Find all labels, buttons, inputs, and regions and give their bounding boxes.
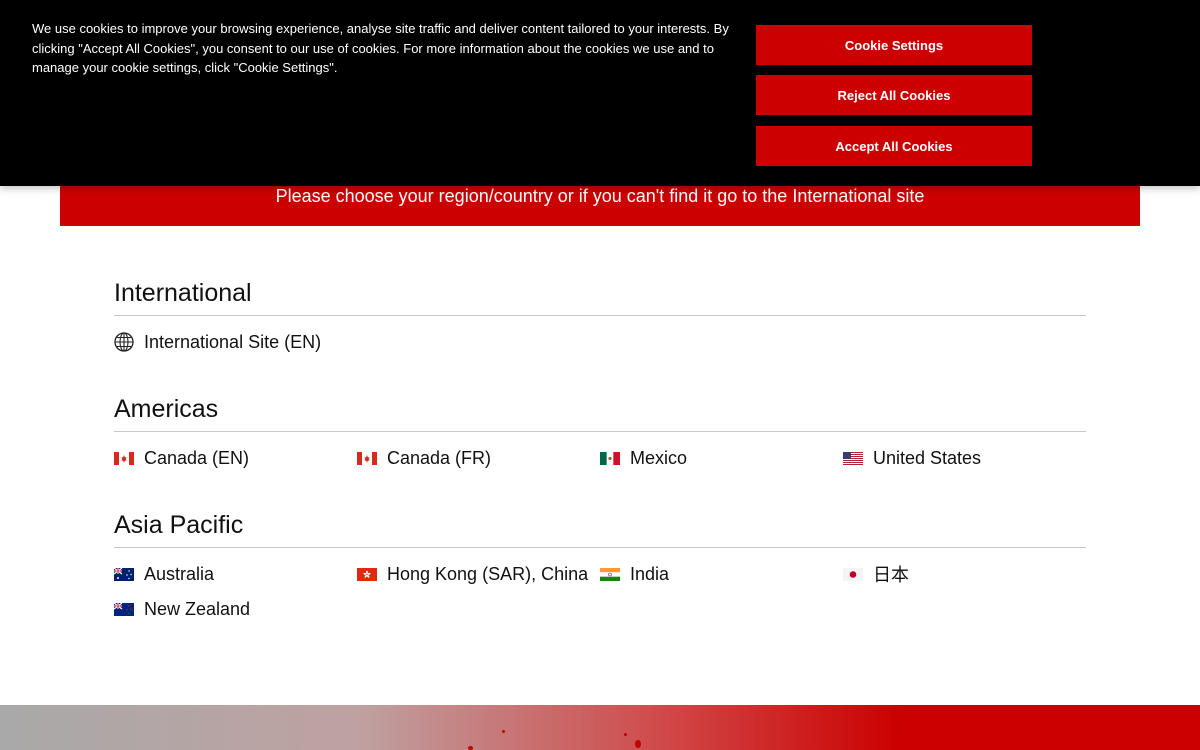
mexico-flag-icon — [600, 451, 620, 465]
link-label: New Zealand — [144, 598, 251, 619]
paint-splash — [502, 730, 505, 733]
link-canada-fr[interactable]: Canada (FR) — [357, 448, 600, 468]
link-united-states[interactable]: United States — [843, 448, 1086, 468]
section-americas: Americas Canada (EN) Canada (FR) Mexico … — [114, 395, 1086, 483]
link-label: 日本 — [873, 565, 909, 585]
section-title-international: International — [114, 279, 1086, 316]
cookie-consent-banner: We use cookies to improve your browsing … — [0, 0, 1200, 186]
link-new-zealand[interactable]: New Zealand — [114, 599, 357, 619]
section-asia-pacific: Asia Pacific Australia Hong Kong (SAR), … — [114, 511, 1086, 634]
link-australia[interactable]: Australia — [114, 564, 357, 584]
link-india[interactable]: India — [600, 564, 843, 584]
section-international: International International Site (EN) — [114, 279, 1086, 367]
link-label: India — [630, 563, 670, 584]
link-hong-kong[interactable]: Hong Kong (SAR), China — [357, 564, 600, 584]
region-prompt-text: Please choose your region/country or if … — [275, 186, 925, 206]
section-title-americas: Americas — [114, 395, 1086, 432]
new-zealand-flag-icon — [114, 602, 134, 616]
cookie-notice-text: We use cookies to improve your browsing … — [32, 21, 729, 75]
link-label: United States — [873, 447, 982, 468]
canada-flag-icon — [357, 451, 377, 465]
link-label: Australia — [144, 563, 215, 584]
india-flag-icon — [600, 567, 620, 581]
section-title-asia-pacific: Asia Pacific — [114, 511, 1086, 548]
link-label: Canada (FR) — [387, 447, 492, 468]
reject-all-cookies-button[interactable]: Reject All Cookies — [756, 75, 1032, 115]
paint-splash — [468, 746, 473, 750]
globe-icon — [114, 332, 134, 352]
link-japan[interactable]: 日本 — [843, 564, 1086, 585]
link-label: International Site (EN) — [144, 331, 322, 352]
paint-splash — [624, 733, 627, 736]
canada-flag-icon — [114, 451, 134, 465]
hero-image-strip — [0, 705, 1200, 750]
link-label: Hong Kong (SAR), China — [387, 563, 589, 584]
japan-flag-icon — [843, 567, 863, 581]
accept-all-cookies-button[interactable]: Accept All Cookies — [756, 126, 1032, 166]
link-international-site[interactable]: International Site (EN) — [114, 332, 357, 352]
link-label: Canada (EN) — [144, 447, 250, 468]
cookie-settings-button[interactable]: Cookie Settings — [756, 25, 1032, 65]
link-mexico[interactable]: Mexico — [600, 448, 843, 468]
paint-splash — [635, 740, 641, 748]
usa-flag-icon — [843, 451, 863, 465]
hong-kong-flag-icon — [357, 567, 377, 581]
australia-flag-icon — [114, 567, 134, 581]
link-canada-en[interactable]: Canada (EN) — [114, 448, 357, 468]
link-label: Mexico — [630, 447, 688, 468]
